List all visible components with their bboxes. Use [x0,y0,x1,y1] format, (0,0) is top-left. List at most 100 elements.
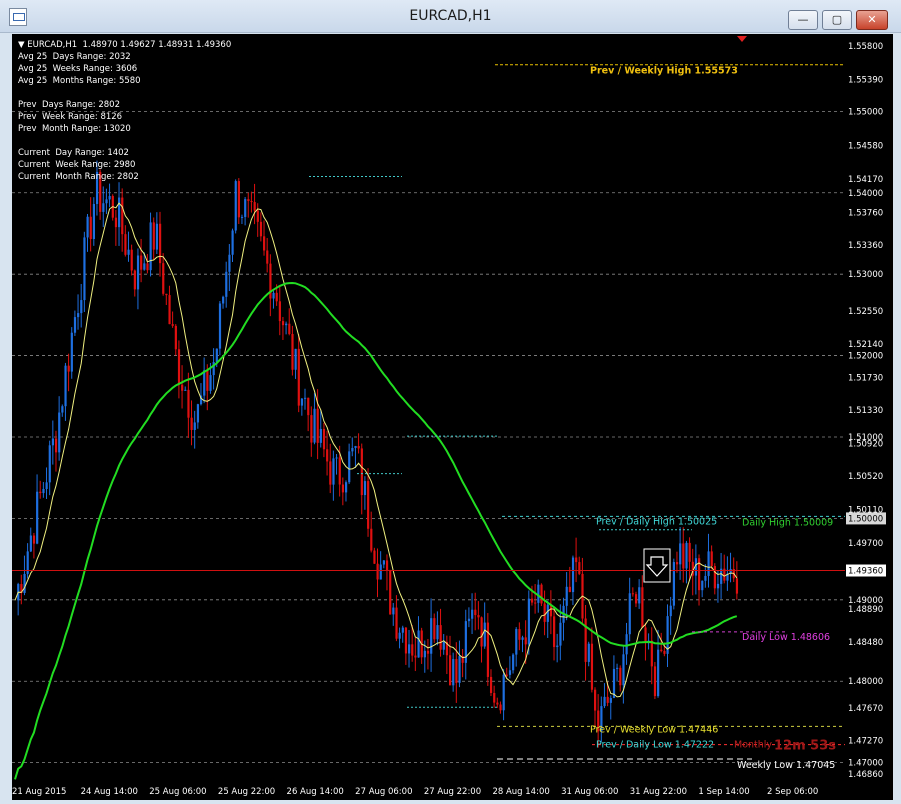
candle-body [389,570,392,615]
minimize-button[interactable]: — [788,10,818,30]
price-axis-canvas: 1.55800 1.55390 1.55000 1.54580 1.54170 1.540… [846,42,886,780]
candle-body [304,397,307,399]
candle-body [285,323,288,326]
candle-body [203,370,206,396]
candle-body [140,255,143,270]
time-tick-label: 31 Aug 22:00 [630,787,687,797]
prev-daily-low-label: Prev / Daily Low 1.47222 [596,740,714,751]
candle-body [707,551,710,576]
close-button[interactable]: ✕ [856,10,888,30]
candle-body [546,604,549,622]
current-day-range: Current Day Range: 1402 [18,148,129,158]
candle-body [159,223,162,264]
candle-body [146,263,149,271]
price-axis[interactable]: 1.55800 1.55390 1.55000 1.54580 1.54170 1.540… [845,34,893,783]
candle-body [502,674,505,711]
candle-body [505,674,508,676]
candle-body [118,197,121,228]
price-tick-label: 1.52550 [848,307,883,317]
candle-body [436,625,439,640]
time-axis[interactable]: 21 Aug 2015 24 Aug 14:00 25 Aug 06:00 25 Au… [12,783,893,800]
candle-body [685,542,688,569]
candle-body [455,659,458,683]
candle-body [669,605,672,617]
prev-days-range: Prev Days Range: 2802 [18,100,120,110]
candle-body [329,461,332,485]
candle-body [398,632,401,639]
price-tick-label: 1.46860 [848,770,883,780]
candle-body [426,650,430,654]
candle-body [80,300,83,314]
candle-body [348,451,351,483]
candle-body [493,693,496,703]
candle-body [701,580,704,591]
candle-body [530,598,534,603]
time-tick-label: 1 Sep 14:00 [698,787,749,797]
maximize-button[interactable]: ▢ [822,10,852,30]
candle-body [641,587,644,628]
price-tick-label: 1.50520 [848,472,883,482]
candle-body [240,216,244,218]
candle-body [354,445,357,448]
candle-body [108,196,111,200]
fast-ma-line [14,202,738,698]
terminal-window: EURCAD,H1 — ▢ ✕ Prev / Weekly High 1.555… [0,0,901,804]
candle-body [253,202,256,211]
avg-weeks-range: Avg 25 Weeks Range: 3606 [18,64,138,74]
price-tick-label: 1.54580 [848,142,883,152]
candle-body [382,560,386,565]
candle-body [376,563,379,580]
candle-body [675,562,679,565]
candle-body [234,181,237,231]
price-tick-label: 1.49700 [848,539,883,549]
candle-body [174,325,177,350]
candle-body [181,384,184,391]
candle-body [247,199,250,202]
candle-body [657,649,660,697]
price-tick-label: 1.50920 [848,440,883,450]
candle-body [401,627,404,633]
candle-body [644,627,647,642]
candle-body [408,644,411,654]
price-tick-label: 1.48480 [848,638,883,648]
candle-body [266,250,269,264]
window-right-border [893,34,901,800]
candle-body [45,482,48,489]
chart-header-line: ▼ EURCAD,H1 1.48970 1.49627 1.48931 1.49… [18,40,232,50]
candle-body [102,203,105,212]
candle-body [631,593,635,595]
candle-body [499,704,502,711]
candle-body [357,445,360,449]
candle-body [442,641,445,650]
price-tick-label: 1.47270 [848,737,883,747]
candle-body [556,645,559,648]
candle-body [338,457,341,485]
candle-body [215,348,218,363]
prev-weekly-low-label: Prev / Weekly Low 1.47446 [590,724,718,735]
candle-body [190,417,193,431]
candle-body [704,575,707,581]
candle-body [171,324,174,326]
candle-body [351,447,354,452]
title-bar[interactable]: EURCAD,H1 — ▢ ✕ [0,0,901,33]
candle-body [29,535,32,552]
candle-body [650,640,653,667]
candle-body [735,578,739,594]
candle-body [619,667,622,686]
candle-body [534,602,537,604]
candle-body [710,551,713,567]
candle-body [155,223,159,250]
candle-body [83,237,86,301]
candle-body [263,236,266,251]
candle-body [417,630,420,658]
candle-body [218,303,222,349]
candle-body [36,491,39,544]
time-tick-label: 24 Aug 14:00 [81,787,138,797]
time-tick-label: 25 Aug 06:00 [149,787,206,797]
candle-body [92,204,96,240]
candle-body [395,607,398,639]
candle-body [489,676,493,694]
candle-body [373,550,376,564]
candle-body [322,428,326,450]
candle-body [127,249,130,255]
